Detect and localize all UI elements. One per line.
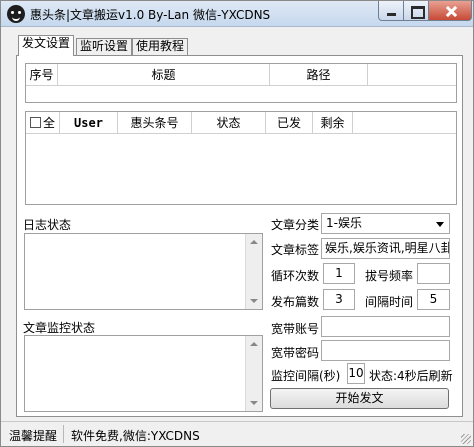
resize-grip-icon[interactable] — [461, 434, 471, 444]
broadband-account-label: 宽带账号 — [271, 322, 320, 336]
log-textarea[interactable] — [24, 233, 263, 310]
column-header-status[interactable]: 状态 — [192, 112, 266, 134]
broadband-password-label: 宽带密码 — [271, 346, 320, 360]
broadband-account-input[interactable] — [321, 316, 450, 337]
monitor-log-textarea[interactable] — [24, 335, 263, 412]
monitor-interval-input[interactable]: 10 — [347, 363, 365, 384]
publish-count-input[interactable]: 3 — [323, 289, 355, 310]
column-header-sent[interactable]: 已发 — [266, 112, 313, 134]
broadband-password-input[interactable] — [321, 340, 450, 361]
scroll-up-icon[interactable] — [246, 234, 262, 250]
status-separator — [63, 425, 64, 443]
tab-publish-settings[interactable]: 发文设置 — [18, 35, 75, 56]
dial-frequency-label: 拔号频率 — [365, 269, 414, 283]
scroll-down-icon[interactable] — [246, 395, 262, 411]
maximize-button[interactable] — [403, 1, 429, 21]
column-header-account[interactable]: 惠头条号 — [118, 112, 192, 134]
monitor-interval-label: 监控间隔(秒) — [271, 369, 341, 383]
tab-monitor-settings[interactable]: 监听设置 — [76, 38, 133, 55]
column-header-remaining[interactable]: 剩余 — [313, 112, 353, 134]
log-scrollbar[interactable] — [245, 234, 262, 309]
monitor-log-label: 文章监控状态 — [23, 321, 96, 335]
start-publish-button[interactable]: 开始发文 — [270, 388, 449, 409]
account-table-header: 全 User 惠头条号 状态 已发 剩余 — [26, 112, 456, 134]
minimize-button[interactable] — [378, 1, 404, 21]
app-window: 惠头条|文章搬运v1.0 By-Lan 微信-YXCDNS 发文设置 监听设置 … — [0, 0, 474, 447]
column-header-title[interactable]: 标题 — [58, 64, 270, 86]
close-button[interactable] — [428, 1, 472, 21]
column-header-spacer — [353, 112, 456, 134]
category-label: 文章分类 — [271, 218, 320, 232]
status-message: 软件免费,微信:YXCDNS — [71, 429, 200, 443]
scroll-down-icon[interactable] — [246, 293, 262, 309]
column-header-index[interactable]: 序号 — [26, 64, 58, 86]
path-table[interactable]: 序号 标题 路径 — [25, 63, 457, 103]
interval-input[interactable]: 5 — [417, 289, 450, 310]
tab-panel: 序号 标题 路径 全 User 惠头条号 状态 已发 剩余 日志状态 文章监控状… — [16, 55, 463, 417]
path-table-header: 序号 标题 路径 — [26, 64, 456, 86]
select-all-checkbox[interactable] — [29, 117, 41, 128]
status-bar: 温馨提醒 软件免费,微信:YXCDNS — [1, 421, 473, 446]
monitor-log-scrollbar[interactable] — [245, 336, 262, 411]
category-select[interactable]: 1-娱乐 — [321, 213, 450, 234]
log-label: 日志状态 — [23, 218, 72, 232]
tip-label: 温馨提醒 — [9, 429, 58, 443]
title-bar: 惠头条|文章搬运v1.0 By-Lan 微信-YXCDNS — [1, 1, 473, 27]
loop-count-input[interactable]: 1 — [323, 263, 355, 284]
account-table[interactable]: 全 User 惠头条号 状态 已发 剩余 — [25, 111, 457, 205]
app-logo-icon — [7, 5, 25, 23]
category-value: 1-娱乐 — [326, 216, 362, 230]
window-title: 惠头条|文章搬运v1.0 By-Lan 微信-YXCDNS — [30, 8, 271, 22]
monitor-status-text: 状态:4秒后刷新 — [369, 369, 453, 383]
column-header-path[interactable]: 路径 — [270, 64, 368, 86]
scroll-up-icon[interactable] — [246, 336, 262, 352]
column-header-user[interactable]: User — [60, 112, 118, 134]
select-all-label: 全 — [42, 115, 55, 130]
dial-frequency-input[interactable] — [417, 263, 450, 284]
interval-label: 间隔时间 — [365, 295, 414, 309]
loop-count-label: 循环次数 — [271, 269, 320, 283]
chevron-down-icon — [436, 222, 444, 227]
publish-count-label: 发布篇数 — [271, 295, 320, 309]
column-header-spacer — [368, 64, 456, 86]
select-all-column[interactable]: 全 — [26, 112, 60, 134]
tab-tutorial[interactable]: 使用教程 — [132, 38, 189, 55]
tags-input[interactable]: 娱乐,娱乐资讯,明星八卦 — [321, 238, 450, 259]
tags-label: 文章标签 — [271, 243, 320, 257]
